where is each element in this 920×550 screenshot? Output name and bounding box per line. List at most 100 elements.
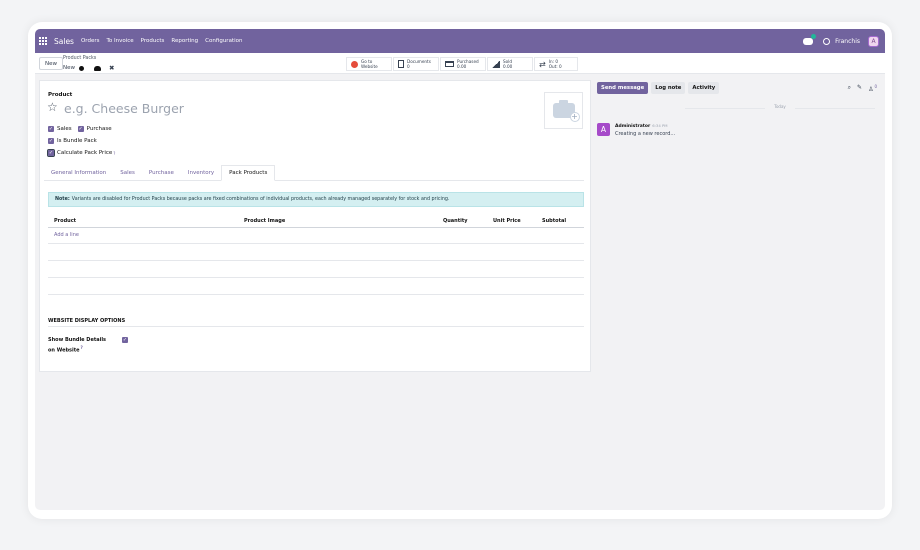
sales-checkbox[interactable]: ✓ (48, 126, 54, 132)
chatter-actions: Send message Log note Activity (597, 82, 720, 94)
smart-documents-line2: 0 (407, 64, 410, 69)
notebook-tabs: General Information Sales Purchase Inven… (44, 165, 584, 181)
globe-icon (351, 60, 358, 68)
gear-icon[interactable] (79, 65, 84, 71)
table-row-divider (48, 260, 584, 261)
calc-price-help[interactable]: ? (113, 151, 115, 156)
company-switcher[interactable]: Franchis (835, 38, 860, 45)
bundle-row: ✓ Is Bundle Pack (48, 138, 97, 144)
smart-website-line2: Website (361, 64, 378, 69)
col-product-image[interactable]: Product Image (244, 218, 285, 224)
smart-sold-line2: 0.00 (503, 64, 513, 69)
control-panel: New Product Packs New ✖ Go to Website Doc… (35, 53, 885, 74)
tab-inventory[interactable]: Inventory (181, 165, 221, 181)
show-bundle-details-line1: Show Bundle Details (48, 337, 107, 343)
smart-button-documents[interactable]: Documents 0 (393, 57, 439, 71)
sales-checkbox-label: Sales (57, 126, 72, 132)
tab-purchase[interactable]: Purchase (142, 165, 181, 181)
arrows-icon: ⇄ (539, 59, 546, 69)
activity-clock-icon[interactable] (823, 37, 831, 45)
chart-icon (492, 60, 500, 68)
table-row-divider (48, 277, 584, 278)
new-button[interactable]: New (39, 57, 63, 70)
paperclip-icon[interactable]: ✎ (857, 84, 862, 93)
sales-purchase-row: ✓ Sales ✓ Purchase (48, 126, 112, 132)
bundle-checkbox-label: Is Bundle Pack (57, 138, 97, 144)
col-quantity[interactable]: Quantity (443, 218, 468, 224)
message-body: Creating a new record... (615, 131, 676, 137)
menu-products[interactable]: Products (141, 38, 165, 44)
date-separator: Today (685, 104, 875, 112)
table-row-divider (48, 294, 584, 295)
website-display-section-title: WEBSITE DISPLAY OPTIONS (48, 318, 584, 327)
notification-badge (811, 33, 817, 39)
document-icon (398, 60, 404, 68)
calc-price-label: Calculate Pack Price (57, 150, 113, 156)
breadcrumb-current-label: New (63, 65, 75, 71)
tab-general-information[interactable]: General Information (44, 165, 113, 181)
tab-pack-products[interactable]: Pack Products (221, 165, 276, 181)
show-bundle-details-label: Show Bundle Details on Website? (48, 336, 106, 355)
star-icon[interactable]: ☆ (47, 100, 58, 114)
smart-documents-line1: Documents (407, 59, 431, 64)
product-label: Product (48, 92, 73, 98)
send-message-button[interactable]: Send message (597, 82, 649, 94)
message-author-avatar[interactable]: A (597, 123, 610, 136)
discard-icon[interactable]: ✖ (109, 64, 114, 72)
smart-button-stock[interactable]: ⇄ In: 0 Out: 0 (534, 57, 578, 71)
add-line-link[interactable]: Add a line (54, 232, 79, 238)
note-text: Variants are disabled for Product Packs … (71, 197, 450, 202)
apps-grid-icon[interactable] (39, 36, 48, 46)
variants-note: Note: Variants are disabled for Product … (48, 192, 584, 207)
search-icon[interactable]: ⌕ (848, 84, 851, 93)
bundle-checkbox[interactable]: ✓ (48, 138, 54, 144)
smart-button-website[interactable]: Go to Website (346, 57, 392, 71)
chatter-tools: ⌕ ✎ ♙0 (848, 84, 877, 93)
smart-button-purchased[interactable]: Purchased 0.00 (440, 57, 486, 71)
log-note-button[interactable]: Log note (651, 82, 686, 94)
menu-orders[interactable]: Orders (81, 38, 100, 44)
menu-reporting[interactable]: Reporting (171, 38, 198, 44)
col-product[interactable]: Product (54, 218, 76, 224)
breadcrumb-parent[interactable]: Product Packs (63, 56, 96, 61)
message-author-name[interactable]: Administrator (615, 124, 650, 129)
follower-count: 0 (874, 84, 877, 89)
purchase-checkbox[interactable]: ✓ (77, 126, 84, 132)
user-avatar[interactable]: A (868, 35, 879, 47)
col-unit-price[interactable]: Unit Price (493, 218, 521, 224)
show-bundle-details-checkbox[interactable]: ✓ (122, 337, 128, 343)
plus-icon: + (569, 112, 580, 122)
product-image-upload[interactable]: + (544, 92, 583, 129)
save-cloud-icon[interactable] (94, 65, 101, 71)
followers-icon[interactable]: ♙0 (868, 84, 877, 93)
camera-icon: + (552, 100, 580, 122)
app-brand[interactable]: Sales (54, 37, 74, 46)
pack-table-header: Product Product Image Quantity Unit Pric… (48, 215, 584, 228)
show-bundle-details-line2: on Website (48, 347, 80, 354)
show-details-help[interactable]: ? (81, 345, 83, 350)
purchase-checkbox-label: Purchase (86, 126, 112, 132)
smart-button-sold[interactable]: Sold 0.00 (487, 57, 533, 71)
app-viewport: Sales Orders To Invoice Products Reporti… (35, 29, 885, 510)
top-navbar: Sales Orders To Invoice Products Reporti… (35, 29, 885, 53)
smart-stock-line2: Out: 0 (548, 64, 562, 69)
calc-price-checkbox[interactable]: ✓ (47, 149, 55, 157)
credit-card-icon (445, 61, 454, 67)
message-time: 6:34 PM (652, 123, 668, 128)
tab-sales[interactable]: Sales (113, 165, 142, 181)
navbar-systray: Franchis A (803, 29, 885, 53)
form-sheet: Product ☆ e.g. Cheese Burger + ✓ Sales ✓… (39, 80, 591, 372)
menu-to-invoice[interactable]: To Invoice (106, 38, 133, 44)
table-row-divider (48, 243, 584, 244)
activity-button[interactable]: Activity (688, 82, 720, 94)
smart-purchased-line2: 0.00 (457, 64, 467, 69)
breadcrumb-current: New ✖ (63, 64, 114, 72)
col-subtotal[interactable]: Subtotal (542, 218, 566, 224)
show-bundle-details-line2-wrap: on Website? (48, 344, 106, 355)
messaging-icon[interactable] (803, 33, 817, 45)
calc-price-row: ✓ Calculate Pack Price ? (47, 149, 115, 157)
menu-configuration[interactable]: Configuration (205, 38, 242, 44)
message-author: Administrator 6:34 PM (615, 123, 668, 129)
product-name-input[interactable]: e.g. Cheese Burger (64, 101, 184, 116)
note-title: Note: (55, 197, 70, 202)
